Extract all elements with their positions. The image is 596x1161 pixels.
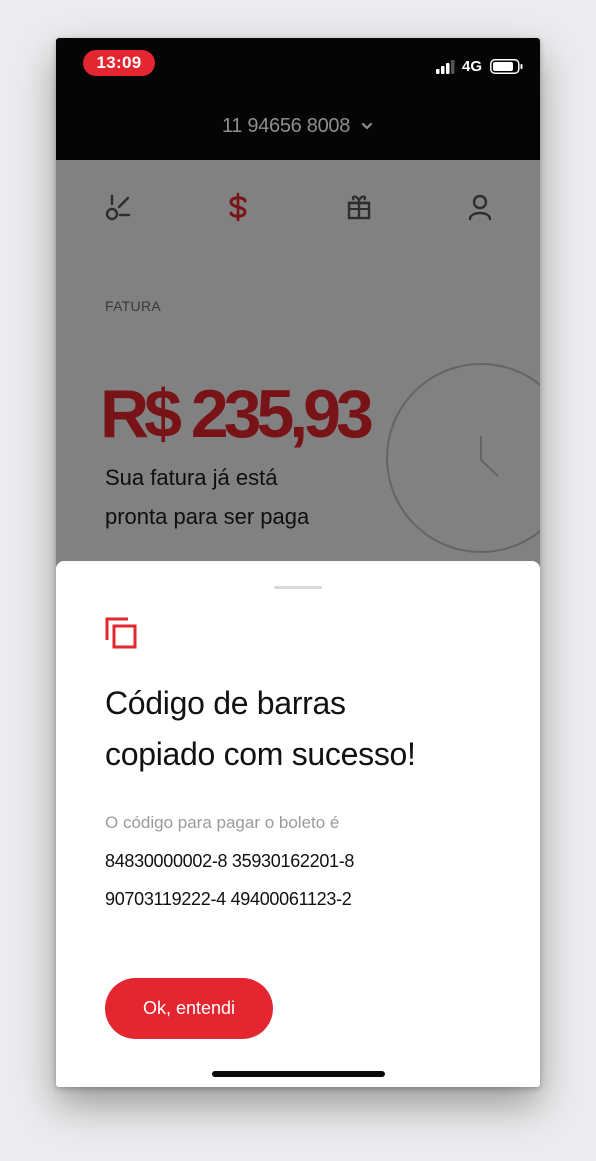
battery-icon: [490, 59, 523, 74]
copy-icon: [105, 617, 137, 649]
signal-bars-icon: [436, 60, 455, 74]
status-bar: 13:09 4G: [56, 38, 540, 92]
home-indicator: [212, 1071, 385, 1077]
sheet-title: Código de barras copiado com sucesso!: [105, 678, 505, 780]
sheet-title-line: copiado com sucesso!: [105, 736, 416, 772]
network-label: 4G: [462, 58, 483, 75]
sheet-title-line: Código de barras: [105, 685, 346, 721]
line-selector[interactable]: 11 94656 8008: [56, 92, 540, 160]
success-bottom-sheet: Código de barras copiado com sucesso! O …: [56, 561, 540, 1087]
barcode-line: 90703119222-4 49400061123-2: [105, 889, 352, 909]
barcode-line: 84830000002-8 35930162201-8: [105, 851, 355, 871]
phone-screen: FATURA R$ 235,93 Sua fatura já está pron…: [56, 38, 540, 1087]
ok-button[interactable]: Ok, entendi: [105, 978, 273, 1039]
chevron-down-icon: [361, 122, 373, 130]
phone-number: 11 94656 8008: [221, 114, 351, 137]
status-time: 13:09: [83, 50, 155, 76]
sheet-description: O código para pagar o boleto é: [105, 813, 340, 832]
sheet-grabber[interactable]: [274, 586, 322, 589]
